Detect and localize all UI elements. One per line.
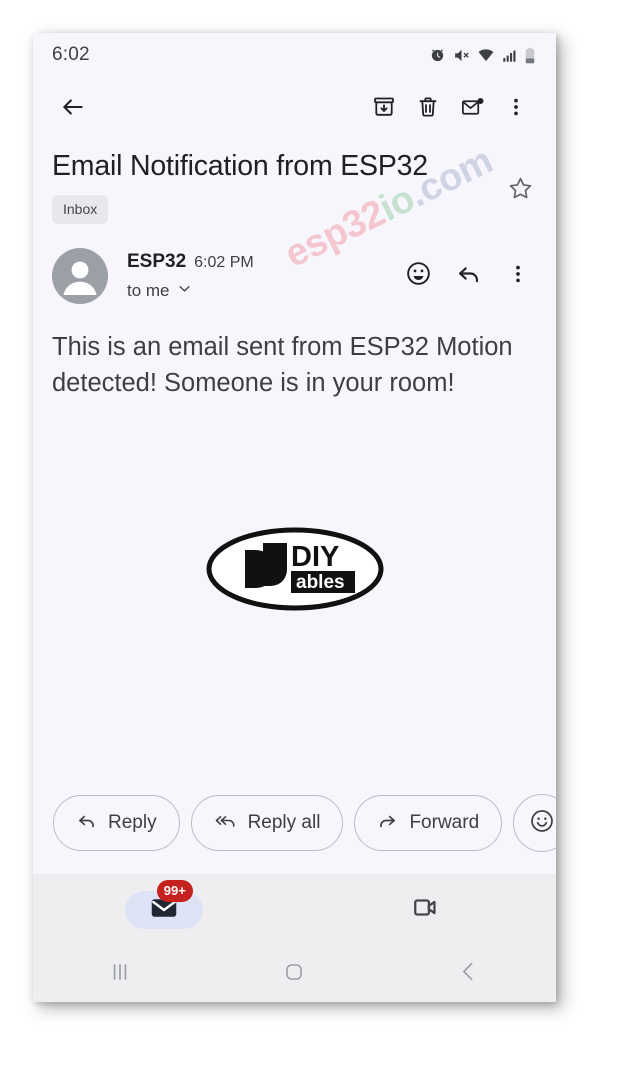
mute-icon [453, 47, 470, 64]
toolbar-overflow-button[interactable] [494, 85, 538, 129]
emoji-react-button[interactable] [398, 256, 438, 296]
mail-tab-indicator: 99+ [124, 880, 203, 929]
mail-unread-badge: 99+ [156, 880, 193, 902]
reply-all-button[interactable]: Reply all [190, 795, 344, 851]
reply-arrow-icon [455, 260, 482, 292]
reply-button-label: Reply [108, 812, 157, 833]
alarm-icon [429, 47, 446, 64]
status-bar-icons [429, 47, 536, 64]
email-timestamp: 6:02 PM [194, 254, 254, 271]
bottom-navigation-bar: 99+ [33, 874, 556, 946]
reply-button[interactable] [448, 256, 488, 296]
phone-screenshot-frame: 6:02 Email Notification from ESP32 Inbox… [33, 33, 556, 1002]
home-button[interactable] [207, 960, 381, 989]
mark-unread-icon [460, 95, 485, 120]
signal-icon [502, 48, 517, 63]
reply-arrow-icon [76, 810, 97, 836]
back-arrow-icon [60, 94, 86, 120]
back-button[interactable] [382, 959, 556, 989]
sender-name-line: ESP32 6:02 PM [127, 251, 398, 273]
recipient-line[interactable]: to me [127, 281, 398, 301]
mark-unread-button[interactable] [450, 85, 494, 129]
email-logo-container: DIY ables [33, 401, 556, 794]
forward-button-label: Forward [409, 812, 480, 833]
emoji-react-button[interactable] [513, 794, 556, 852]
status-bar-clock: 6:02 [52, 44, 90, 65]
home-icon [282, 960, 306, 989]
reply-button[interactable]: Reply [53, 795, 180, 851]
email-body: This is an email sent from ESP32 Motion … [52, 333, 513, 397]
diyables-logo: DIY ables [206, 527, 383, 610]
svg-text:DIY: DIY [291, 541, 339, 573]
star-outline-icon [507, 175, 534, 207]
status-bar: 6:02 [33, 33, 556, 77]
android-system-navigation [33, 946, 556, 1002]
sender-actions [398, 256, 538, 296]
nav-tab-meet[interactable] [295, 874, 557, 946]
star-button[interactable] [500, 171, 540, 211]
page-title: Email Notification from ESP32 [52, 150, 428, 182]
back-button[interactable] [51, 85, 95, 129]
battery-icon [524, 47, 536, 64]
more-vert-icon [505, 96, 527, 118]
wifi-icon [477, 47, 495, 64]
sender-name: ESP32 [127, 251, 187, 272]
emoji-smile-icon [529, 808, 555, 839]
recents-icon [107, 959, 133, 990]
message-overflow-button[interactable] [498, 256, 538, 296]
avatar[interactable] [52, 248, 108, 304]
sender-info: ESP32 6:02 PM to me [127, 251, 398, 301]
subject-row: Email Notification from ESP32 Inbox [33, 137, 556, 224]
video-camera-icon [411, 893, 440, 927]
more-vert-icon [507, 263, 529, 290]
email-toolbar [33, 77, 556, 137]
trash-icon [416, 95, 440, 119]
archive-button[interactable] [362, 85, 406, 129]
forward-arrow-icon [377, 810, 398, 836]
recipient-label: to me [127, 281, 170, 300]
reply-all-button-label: Reply all [247, 812, 321, 833]
sender-row: ESP32 6:02 PM to me [33, 224, 556, 304]
archive-icon [372, 95, 396, 119]
reply-action-bar: Reply Reply all Forward [33, 794, 556, 874]
delete-button[interactable] [406, 85, 450, 129]
subject-column: Email Notification from ESP32 Inbox [52, 148, 500, 224]
back-chevron-icon [456, 959, 481, 989]
chevron-down-icon [177, 281, 192, 301]
recents-button[interactable] [33, 959, 207, 990]
svg-text:ables: ables [296, 572, 345, 593]
forward-button[interactable]: Forward [354, 795, 503, 851]
nav-tab-mail[interactable]: 99+ [33, 874, 295, 946]
emoji-smile-icon [405, 260, 432, 292]
reply-all-arrow-icon [214, 810, 237, 836]
label-chip-inbox[interactable]: Inbox [52, 195, 109, 224]
